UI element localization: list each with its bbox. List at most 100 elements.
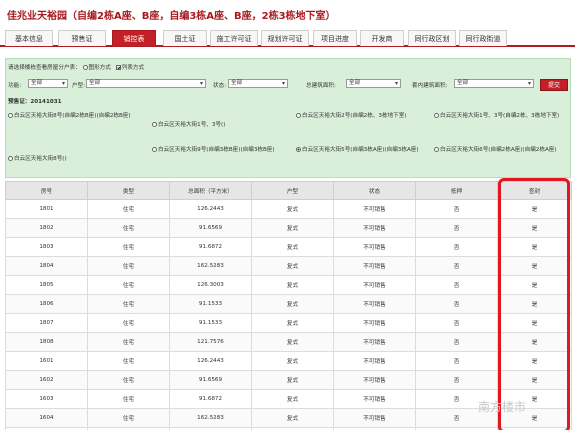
tab-presale[interactable]: 预售证 <box>58 30 106 46</box>
building-radio[interactable] <box>296 113 301 118</box>
tab-planning-permit[interactable]: 规划许可证 <box>261 30 309 46</box>
type-select[interactable]: 全部 <box>86 79 206 88</box>
tab-sales-control[interactable]: 销控表 <box>112 30 156 46</box>
cell-room: 1808 <box>5 332 88 352</box>
building-option-8[interactable]: 白云区天裕大街8号() <box>8 154 67 162</box>
building-option-label: 白云区天裕大街8号(自编2栋B座)(自编2栋B座) <box>14 113 131 119</box>
filter-panel: 请选择楼栋查看房屋分户表： 图形方式 列表方式 功能: 全部 户型: 全部 状态… <box>5 58 571 178</box>
tab-basic-info[interactable]: 基本信息 <box>5 30 53 46</box>
cell-mortgage: 否 <box>415 199 498 219</box>
cell-status: 不可销售 <box>333 237 416 257</box>
cell-status: 不可销售 <box>333 294 416 314</box>
tab-land-cert[interactable]: 国土证 <box>163 30 207 46</box>
building-radio[interactable] <box>152 122 157 127</box>
area-select[interactable]: 全部 <box>346 79 401 88</box>
building-option-2[interactable]: 白云区天裕大街1号、3号() <box>152 120 225 128</box>
building-radio[interactable] <box>152 147 157 152</box>
view-graph-radio[interactable] <box>82 65 88 70</box>
status-select[interactable]: 全部 <box>228 79 288 88</box>
cell-area: 91.1533 <box>169 294 252 314</box>
tab-bar: 基本信息 预售证 销控表 国土证 施工许可证 规划许可证 项目进度 开发商 同行… <box>0 28 575 47</box>
cell-area: 126.2443 <box>169 199 252 219</box>
type-label: 户型: <box>72 83 86 89</box>
building-option-6[interactable]: 白云区天裕大街5号(自编3栋A座)(自编3栋A座) <box>296 145 426 156</box>
cell-mortgage: 否 <box>415 237 498 257</box>
cell-type: 住宅 <box>87 275 170 295</box>
building-radio[interactable] <box>8 113 13 118</box>
cell-room: 1806 <box>5 294 88 314</box>
building-option-1[interactable]: 白云区天裕大街8号(自编2栋B座)(自编2栋B座) <box>8 111 148 122</box>
cell-area: 91.6872 <box>169 389 252 409</box>
cell-layout: 复式 <box>251 237 334 257</box>
table-row: 1802 住宅 91.6569 复式 不可销售否是 <box>5 218 572 238</box>
cell-mortgage: 否 <box>415 256 498 276</box>
col-header-type: 类型 <box>87 181 170 200</box>
cell-status: 不可销售 <box>333 370 416 390</box>
cell-type: 住宅 <box>87 351 170 371</box>
cell-type: 住宅 <box>87 389 170 409</box>
building-option-7[interactable]: 白云区天裕大街6号(自编2栋A座)(自编2栋A座) <box>434 145 570 156</box>
view-graph-label: 图形方式 <box>88 65 111 71</box>
cell-status: 不可销售 <box>333 218 416 238</box>
cell-area: 91.1533 <box>169 313 252 333</box>
tab-progress[interactable]: 项目进度 <box>313 30 357 46</box>
cell-layout: 复式 <box>251 275 334 295</box>
view-list-label: 列表方式 <box>121 65 145 71</box>
filter-hint: 请选择楼栋查看房屋分户表： 图形方式 列表方式 <box>8 63 144 71</box>
cell-status: 不可销售 <box>333 351 416 371</box>
cell-mortgage: 否 <box>415 294 498 314</box>
cell-area: 121.7576 <box>169 332 252 352</box>
cell-status: 不可销售 <box>333 256 416 276</box>
cell-room: 1602 <box>5 370 88 390</box>
cell-status: 不可销售 <box>333 332 416 352</box>
cell-mortgage: 否 <box>415 275 498 295</box>
inner-area-label: 套内建筑面积: <box>412 83 448 89</box>
cell-type: 住宅 <box>87 370 170 390</box>
table-row: 1803 住宅 91.6872 复式 不可销售否是 <box>5 237 572 257</box>
table-row: 1804 住宅 162.5283 复式 不可销售否是 <box>5 256 572 276</box>
tab-developer[interactable]: 开发商 <box>360 30 404 46</box>
cell-area: 162.5283 <box>169 408 252 428</box>
cell-room: 1805 <box>5 275 88 295</box>
cell-area: 91.6569 <box>169 370 252 390</box>
table-row: 1805 住宅 126.3003 复式 不可销售否是 <box>5 275 572 295</box>
building-radio-selected[interactable] <box>296 147 301 152</box>
inner-area-select[interactable]: 全部 <box>454 79 534 88</box>
cell-type: 住宅 <box>87 313 170 333</box>
cell-room: 1807 <box>5 313 88 333</box>
cell-area: 126.3003 <box>169 275 252 295</box>
cell-area: 91.6872 <box>169 237 252 257</box>
cell-room: 1804 <box>5 256 88 276</box>
building-option-5[interactable]: 白云区天裕大街9号(自编3栋B座)(自编3栋B座) <box>152 145 292 156</box>
function-select[interactable]: 全部 <box>28 79 68 88</box>
submit-button[interactable]: 提交 <box>540 79 568 91</box>
building-option-4[interactable]: 白云区天裕大街1号、3号(自编2栋、3栋地下室) <box>434 111 570 122</box>
view-list-checkbox[interactable] <box>115 65 121 70</box>
cell-area: 162.5283 <box>169 256 252 276</box>
cell-layout: 复式 <box>251 408 334 428</box>
cell-layout: 复式 <box>251 199 334 219</box>
cell-status: 不可销售 <box>333 389 416 409</box>
building-option-label: 白云区天裕大街1号、3号(自编2栋、3栋地下室) <box>440 113 560 119</box>
col-header-layout: 户型 <box>251 181 334 200</box>
building-radio[interactable] <box>8 156 13 161</box>
building-option-3[interactable]: 白云区天裕大街2号(自编2栋、3栋地下室) <box>296 111 426 122</box>
cell-area: 91.6569 <box>169 218 252 238</box>
building-option-label: 白云区天裕大街9号(自编3栋B座)(自编3栋B座) <box>158 147 275 153</box>
cell-room: 1604 <box>5 408 88 428</box>
tab-same-district[interactable]: 同行政区划 <box>408 30 456 46</box>
building-radio[interactable] <box>434 147 439 152</box>
cell-room: 1802 <box>5 218 88 238</box>
cell-mortgage: 否 <box>415 370 498 390</box>
cell-room: 1801 <box>5 199 88 219</box>
building-option-label: 白云区天裕大街5号(自编3栋A座)(自编3栋A座) <box>302 147 419 153</box>
building-radio[interactable] <box>434 113 439 118</box>
cell-layout: 复式 <box>251 351 334 371</box>
cell-layout: 复式 <box>251 294 334 314</box>
tab-same-street[interactable]: 同行政街道 <box>459 30 507 46</box>
cell-room: 1803 <box>5 237 88 257</box>
function-label: 功能: <box>8 83 22 89</box>
tab-construction-permit[interactable]: 施工许可证 <box>210 30 258 46</box>
cell-room: 1601 <box>5 351 88 371</box>
cell-layout: 复式 <box>251 370 334 390</box>
